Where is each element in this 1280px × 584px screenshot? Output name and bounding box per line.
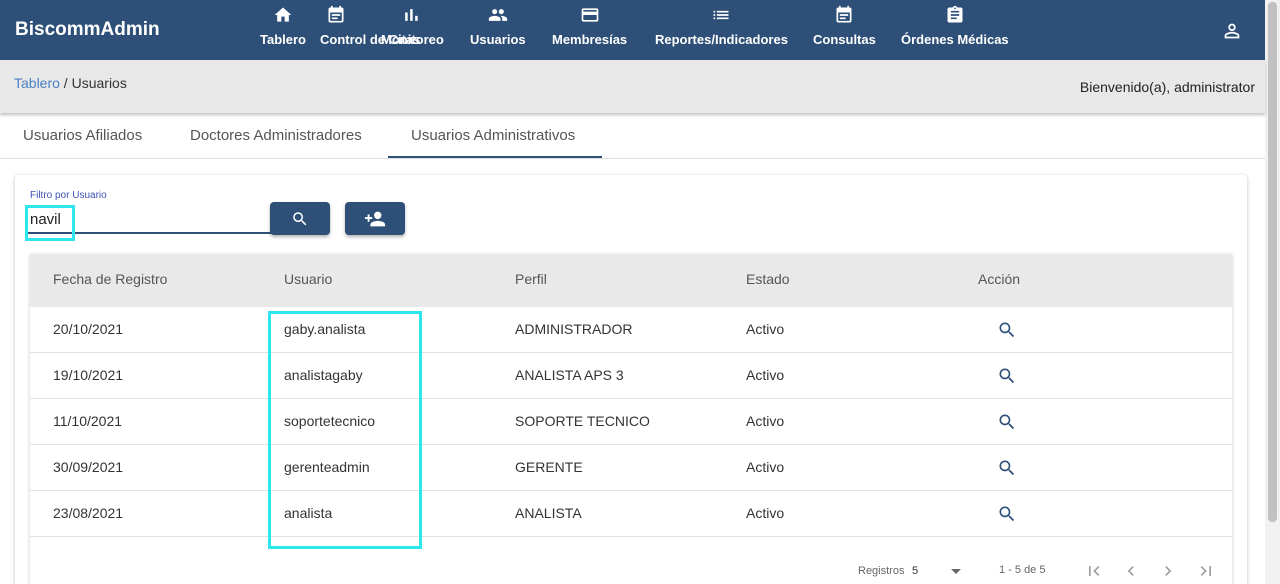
nav-item-label: Reportes/Indicadores bbox=[655, 32, 788, 47]
active-tab-indicator bbox=[388, 156, 602, 158]
nav-item-reportes[interactable]: Reportes/Indicadores bbox=[655, 0, 788, 60]
nav-item-ordenes-medicas[interactable]: Órdenes Médicas bbox=[901, 0, 1009, 60]
nav-item-usuarios[interactable]: Usuarios bbox=[470, 0, 526, 60]
nav-item-monitoreo[interactable]: Monitoreo bbox=[381, 0, 444, 60]
column-header-perfil: Perfil bbox=[515, 271, 547, 287]
highlight-box-usuarios bbox=[268, 311, 422, 549]
nav-item-label: Órdenes Médicas bbox=[901, 32, 1009, 47]
chevron-down-icon[interactable] bbox=[951, 569, 961, 574]
cell-perfil: SOPORTE TECNICO bbox=[515, 413, 650, 429]
breadcrumb-link-tablero[interactable]: Tablero bbox=[14, 75, 60, 91]
cell-fecha: 11/10/2021 bbox=[53, 413, 123, 429]
tab-usuarios-afiliados[interactable]: Usuarios Afiliados bbox=[23, 127, 142, 144]
add-user-button[interactable] bbox=[345, 202, 405, 235]
last-page-icon[interactable] bbox=[1196, 561, 1216, 581]
next-page-icon[interactable] bbox=[1158, 561, 1178, 581]
nav-item-membresias[interactable]: Membresías bbox=[552, 0, 627, 60]
nav-item-label: Tablero bbox=[260, 32, 306, 47]
clipboard-icon bbox=[947, 5, 963, 23]
breadcrumb-current: Usuarios bbox=[71, 75, 127, 91]
cell-estado: Activo bbox=[746, 459, 785, 475]
cell-perfil: ANALISTA bbox=[515, 505, 582, 521]
column-header-estado: Estado bbox=[746, 271, 790, 287]
nav-item-label: Consultas bbox=[813, 32, 876, 47]
breadcrumb-bar: Tablero / Usuarios Bienvenido(a), admini… bbox=[0, 60, 1265, 113]
tab-bar: Usuarios Afiliados Doctores Administrado… bbox=[0, 117, 1265, 159]
app-brand[interactable]: BiscommAdmin bbox=[15, 19, 160, 41]
view-user-search-icon[interactable] bbox=[997, 412, 1017, 432]
cell-perfil: GERENTE bbox=[515, 459, 583, 475]
search-button[interactable] bbox=[270, 202, 330, 235]
search-icon bbox=[293, 211, 307, 225]
nav-item-label: Monitoreo bbox=[381, 32, 444, 47]
cell-estado: Activo bbox=[746, 321, 785, 337]
highlight-box-filter bbox=[25, 205, 75, 241]
view-user-search-icon[interactable] bbox=[997, 320, 1017, 340]
breadcrumb: Tablero / Usuarios bbox=[14, 75, 127, 91]
bar-chart-icon bbox=[405, 9, 419, 21]
nav-item-label: Membresías bbox=[552, 32, 628, 47]
page-scrollbar-thumb[interactable] bbox=[1268, 2, 1277, 522]
column-header-usuario: Usuario bbox=[284, 271, 333, 287]
cell-estado: Activo bbox=[746, 413, 785, 429]
tab-usuarios-administrativos[interactable]: Usuarios Administrativos bbox=[411, 127, 575, 144]
filter-label: Filtro por Usuario bbox=[30, 190, 107, 201]
add-user-icon bbox=[364, 211, 386, 226]
first-page-icon[interactable] bbox=[1084, 561, 1104, 581]
page-size-select[interactable]: 5 bbox=[912, 565, 918, 577]
table-row bbox=[30, 445, 1232, 491]
paginator-range: 1 - 5 de 5 bbox=[999, 564, 1046, 576]
view-user-search-icon[interactable] bbox=[997, 366, 1017, 386]
breadcrumb-separator: / bbox=[59, 75, 72, 91]
cell-fecha: 30/09/2021 bbox=[53, 459, 124, 475]
calendar-icon bbox=[836, 5, 852, 23]
tab-doctores-administradores[interactable]: Doctores Administradores bbox=[190, 127, 362, 144]
welcome-text: Bienvenido(a), administrator bbox=[1079, 79, 1255, 95]
table-row bbox=[30, 491, 1232, 537]
cell-estado: Activo bbox=[746, 367, 785, 383]
paginator-label: Registros bbox=[858, 565, 905, 577]
column-header-accion: Acción bbox=[978, 271, 1021, 287]
list-icon bbox=[713, 10, 729, 20]
home-icon bbox=[274, 7, 292, 22]
view-user-search-icon[interactable] bbox=[997, 504, 1017, 524]
calendar-icon bbox=[328, 5, 344, 23]
person-icon[interactable] bbox=[1221, 20, 1243, 42]
nav-item-consultas[interactable]: Consultas bbox=[813, 0, 876, 60]
nav-item-label: Usuarios bbox=[470, 32, 526, 47]
cell-estado: Activo bbox=[746, 505, 785, 521]
people-icon bbox=[488, 9, 507, 21]
table-header bbox=[30, 254, 1232, 307]
view-user-search-icon[interactable] bbox=[997, 458, 1017, 478]
column-header-fecha: Fecha de Registro bbox=[53, 271, 168, 287]
table-row bbox=[30, 353, 1232, 399]
top-navbar: BiscommAdmin Tablero Control de Citas Mo… bbox=[0, 0, 1265, 60]
cell-fecha: 20/10/2021 bbox=[53, 321, 124, 337]
card-icon bbox=[581, 8, 598, 22]
nav-item-tablero[interactable]: Tablero bbox=[260, 0, 306, 60]
cell-fecha: 19/10/2021 bbox=[53, 367, 124, 383]
previous-page-icon[interactable] bbox=[1121, 561, 1141, 581]
cell-fecha: 23/08/2021 bbox=[53, 505, 124, 521]
cell-perfil: ADMINISTRADOR bbox=[515, 321, 633, 337]
cell-perfil: ANALISTA APS 3 bbox=[515, 367, 624, 383]
